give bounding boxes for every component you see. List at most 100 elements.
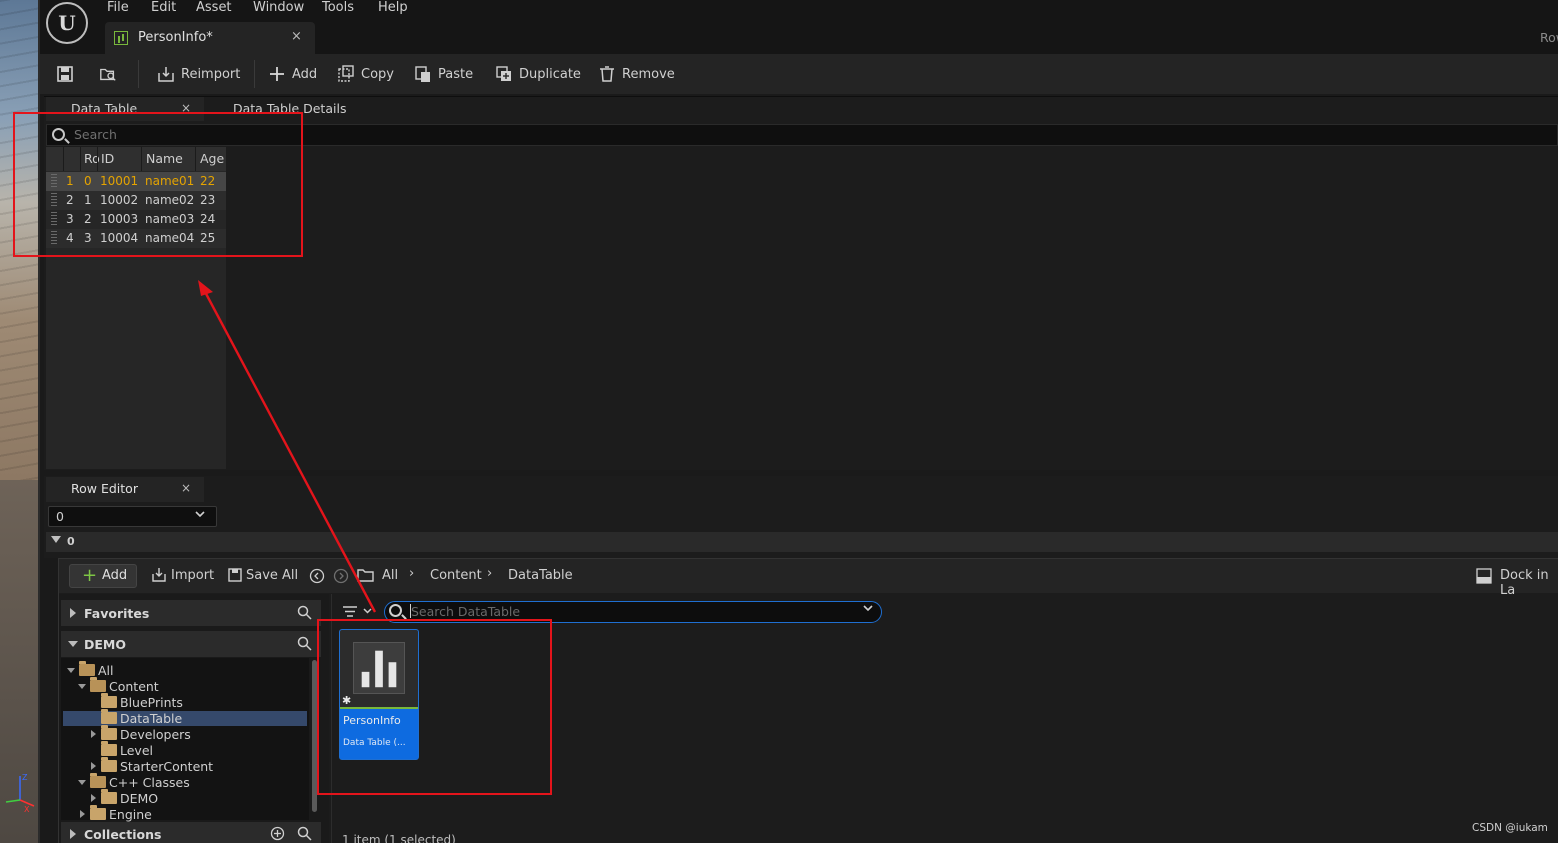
menu-tools[interactable]: Tools [322, 0, 354, 16]
close-icon[interactable]: × [291, 29, 302, 44]
folder-icon [101, 693, 117, 708]
top-right-label: Row [1540, 30, 1558, 45]
menu-edit[interactable]: Edit [151, 0, 176, 16]
breadcrumb-all[interactable]: All [382, 568, 398, 583]
close-icon[interactable]: × [181, 481, 191, 495]
folder-icon [101, 757, 117, 772]
plus-icon: + [82, 565, 98, 586]
folder-icon [79, 661, 95, 676]
tree-item[interactable]: C++ Classes [77, 773, 190, 790]
back-arrow-icon[interactable] [309, 568, 325, 584]
collapse-arrow-icon[interactable] [78, 779, 86, 785]
tree-item-label: DEMO [120, 790, 159, 806]
search-icon[interactable] [297, 826, 312, 841]
tree-item-label: Level [120, 742, 153, 758]
dock-icon [1476, 568, 1492, 584]
menu-file[interactable]: File [107, 0, 129, 16]
unreal-logo-icon[interactable]: U [46, 2, 88, 44]
svg-text:Z: Z [22, 773, 28, 782]
remove-label: Remove [622, 66, 675, 82]
tree-item[interactable]: DEMO [88, 789, 159, 806]
expand-arrow-icon[interactable] [79, 810, 85, 818]
tree-item-label: Developers [120, 726, 191, 742]
search-icon[interactable] [297, 605, 312, 620]
collapse-arrow-icon[interactable] [78, 683, 86, 689]
breadcrumb-datatable[interactable]: DataTable [508, 568, 573, 583]
add-collection-icon[interactable] [270, 826, 285, 841]
search-icon [389, 604, 402, 617]
breadcrumb-separator-icon: › [409, 566, 415, 581]
menu-asset[interactable]: Asset [196, 0, 232, 16]
browse-button[interactable] [99, 62, 117, 86]
folder-icon [101, 709, 117, 724]
svg-text:X: X [24, 805, 30, 814]
tree-item[interactable]: Developers [88, 725, 191, 742]
tree-item-label: C++ Classes [109, 774, 190, 790]
expand-arrow-icon[interactable] [90, 762, 96, 770]
reimport-icon [158, 67, 174, 82]
toolbar-divider [138, 60, 139, 88]
row-select-value: 0 [56, 509, 64, 524]
save-button[interactable] [56, 62, 74, 86]
duplicate-label: Duplicate [519, 66, 581, 82]
tree-item[interactable]: Engine [77, 805, 152, 822]
collections-label: Collections [84, 827, 162, 842]
expand-arrow-icon[interactable] [70, 829, 76, 839]
project-label: DEMO [84, 637, 126, 652]
expand-arrow-icon[interactable] [90, 794, 96, 802]
import-button[interactable]: Import [171, 568, 214, 583]
collapse-arrow-icon[interactable] [68, 641, 78, 647]
tree-item[interactable]: StarterContent [88, 757, 214, 774]
search-icon[interactable] [297, 636, 312, 651]
tree-item[interactable]: DataTable [88, 709, 182, 726]
breadcrumb-content[interactable]: Content [430, 568, 482, 583]
reimport-label: Reimport [181, 66, 241, 82]
folder-icon [90, 773, 106, 788]
tree-item-label: StarterContent [120, 758, 214, 774]
trash-icon [600, 66, 614, 82]
save-all-icon [228, 568, 242, 582]
folder-icon [101, 789, 117, 804]
save-icon [57, 66, 73, 82]
add-row-button[interactable]: Add [268, 62, 317, 86]
tree-item[interactable]: Level [88, 741, 153, 758]
reimport-button[interactable]: Reimport [157, 62, 240, 86]
tree-item[interactable]: BluePrints [88, 693, 183, 710]
row-section-header[interactable] [46, 532, 1558, 552]
chevron-down-icon[interactable] [862, 603, 874, 613]
tree-item-label: Engine [109, 806, 152, 822]
forward-arrow-icon[interactable] [333, 568, 349, 584]
paste-button[interactable]: Paste [414, 62, 473, 86]
tree-item-label: All [98, 662, 114, 678]
favorites-label: Favorites [84, 606, 150, 621]
menu-help[interactable]: Help [378, 0, 408, 16]
folder-icon [90, 805, 106, 820]
duplicate-button[interactable]: Duplicate [495, 62, 581, 86]
folder-icon [357, 569, 374, 582]
expand-arrow-icon[interactable] [90, 730, 96, 738]
menu-window[interactable]: Window [253, 0, 304, 16]
add-label: Add [292, 66, 318, 82]
tree-item[interactable]: Content [77, 677, 159, 694]
toolbar-divider [254, 60, 255, 88]
row-section-label: 0 [67, 535, 75, 548]
remove-button[interactable]: Remove [598, 62, 675, 86]
filter-icon[interactable] [341, 604, 375, 619]
tree-item-label: BluePrints [120, 694, 183, 710]
row-select-dropdown[interactable] [48, 506, 217, 527]
chevron-down-icon [195, 511, 205, 518]
tree-item[interactable]: All [66, 661, 114, 678]
document-tab-label: PersonInfo* [138, 30, 213, 45]
expand-arrow-icon[interactable] [51, 536, 61, 543]
save-all-button[interactable]: Save All [246, 568, 298, 583]
collapse-arrow-icon[interactable] [67, 667, 75, 673]
tab-row-editor-label: Row Editor [71, 481, 138, 496]
data-table-icon [114, 31, 128, 45]
copy-label: Copy [361, 66, 394, 82]
paste-icon [415, 66, 430, 82]
duplicate-icon [496, 66, 511, 81]
import-icon [152, 568, 166, 582]
annotation-box-asset [317, 619, 552, 795]
expand-arrow-icon[interactable] [70, 608, 76, 618]
copy-button[interactable]: Copy [337, 62, 394, 86]
